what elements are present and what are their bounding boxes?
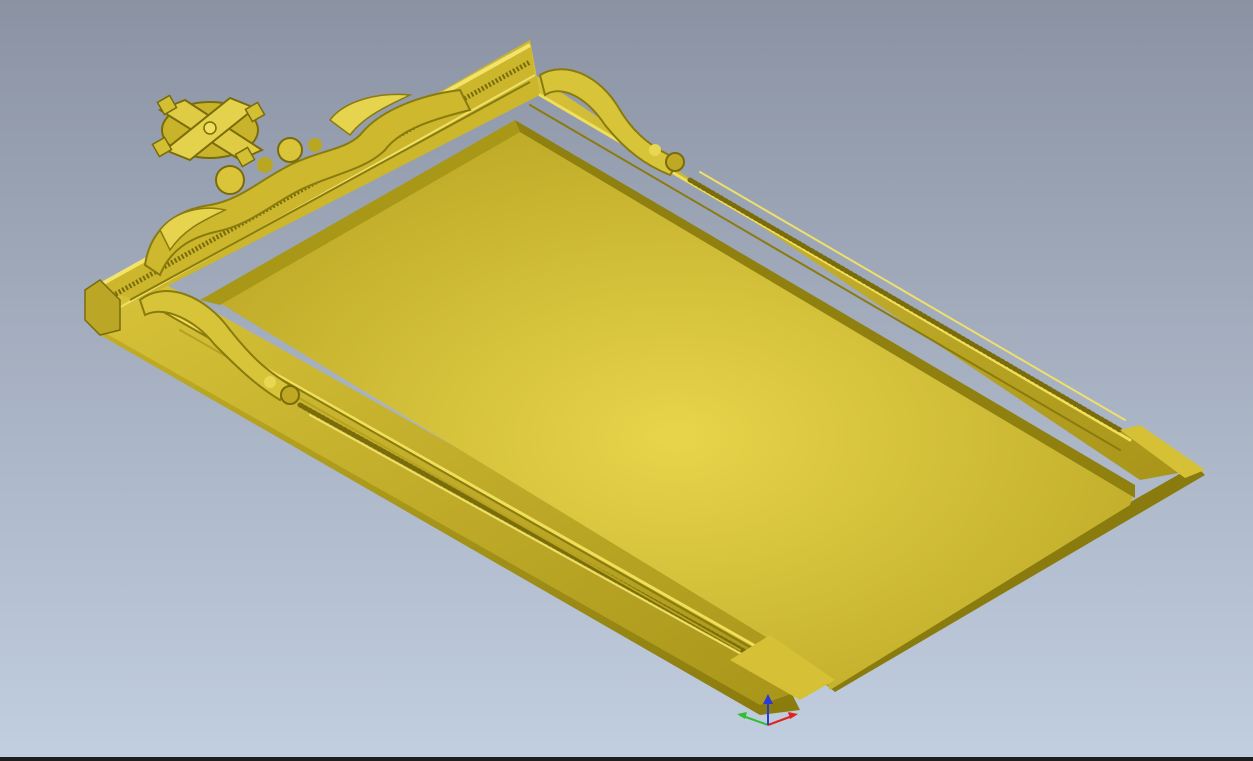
viewport-canvas[interactable] <box>0 0 1253 761</box>
viewport-bottom-border <box>0 757 1253 761</box>
3d-viewport[interactable] <box>0 0 1253 761</box>
